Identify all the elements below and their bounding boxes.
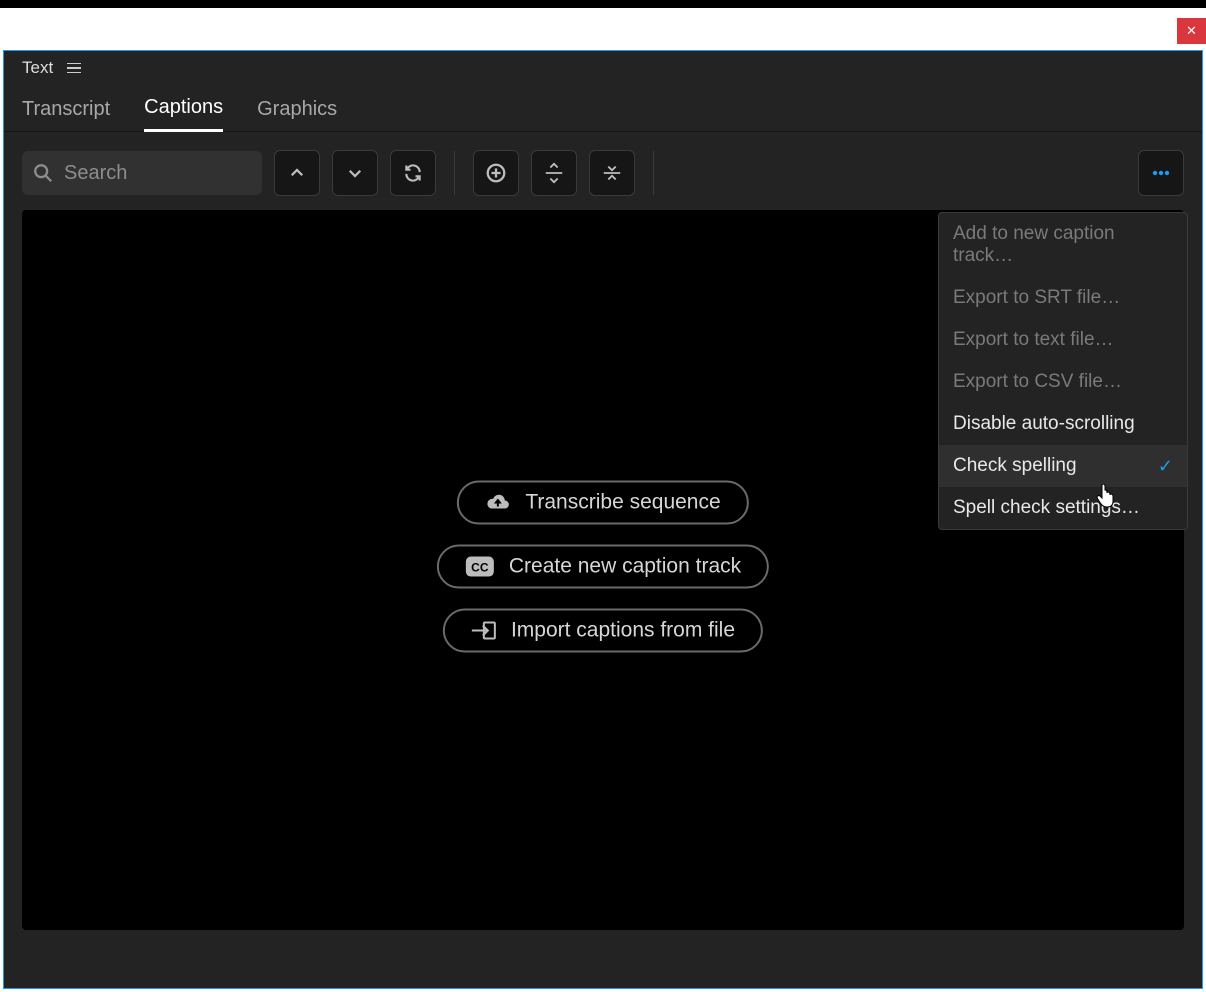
import-captions-label: Import captions from file: [511, 619, 735, 643]
merge-caption-button[interactable]: [589, 150, 635, 196]
next-caption-button[interactable]: [332, 150, 378, 196]
search-icon: [32, 162, 54, 184]
create-caption-track-button[interactable]: CC Create new caption track: [437, 545, 769, 589]
panel-title: Text: [22, 58, 53, 78]
refresh-icon: [403, 163, 423, 183]
menu-check-spelling[interactable]: Check spelling ✓: [939, 445, 1187, 487]
tab-bar: Transcript Captions Graphics: [4, 85, 1202, 132]
cc-icon: CC: [465, 556, 495, 578]
menu-item-label: Export to SRT file…: [953, 287, 1120, 309]
split-icon: [543, 162, 565, 184]
tab-graphics[interactable]: Graphics: [257, 98, 337, 131]
split-caption-button[interactable]: [531, 150, 577, 196]
search-input[interactable]: [62, 161, 252, 186]
prev-caption-button[interactable]: [274, 150, 320, 196]
menu-export-text: Export to text file…: [939, 319, 1187, 361]
toolbar-divider: [454, 151, 455, 195]
import-captions-button[interactable]: Import captions from file: [443, 609, 763, 653]
search-field[interactable]: [22, 151, 262, 195]
menu-item-label: Export to text file…: [953, 329, 1114, 351]
menu-item-label: Spell check settings…: [953, 497, 1140, 519]
tab-captions[interactable]: Captions: [144, 96, 223, 132]
more-horizontal-icon: [1149, 161, 1173, 185]
menu-export-csv: Export to CSV file…: [939, 361, 1187, 403]
toolbar: [4, 132, 1202, 210]
transcribe-sequence-label: Transcribe sequence: [525, 491, 720, 515]
menu-item-label: Export to CSV file…: [953, 371, 1122, 393]
more-options-button[interactable]: [1138, 150, 1184, 196]
panel-menu-icon[interactable]: [67, 61, 81, 75]
transcribe-sequence-button[interactable]: Transcribe sequence: [457, 481, 748, 525]
check-icon: ✓: [1158, 456, 1173, 477]
menu-add-to-new-track: Add to new caption track…: [939, 213, 1187, 277]
menu-item-label: Add to new caption track…: [953, 223, 1173, 267]
replace-button[interactable]: [390, 150, 436, 196]
menu-item-label: Check spelling: [953, 455, 1077, 477]
tab-transcript[interactable]: Transcript: [22, 98, 110, 131]
close-icon: ✕: [1186, 23, 1197, 39]
svg-text:CC: CC: [471, 561, 489, 575]
chevron-down-icon: [346, 164, 364, 182]
merge-icon: [601, 162, 623, 184]
create-caption-track-label: Create new caption track: [509, 555, 741, 579]
menu-disable-autoscroll[interactable]: Disable auto-scrolling: [939, 403, 1187, 445]
toolbar-divider-2: [653, 151, 654, 195]
menu-export-srt: Export to SRT file…: [939, 277, 1187, 319]
chevron-up-icon: [288, 164, 306, 182]
panel-header: Text: [4, 51, 1202, 85]
close-button[interactable]: ✕: [1177, 18, 1206, 44]
import-icon: [471, 620, 497, 642]
menu-item-label: Disable auto-scrolling: [953, 413, 1135, 435]
plus-circle-icon: [485, 162, 507, 184]
menu-spellcheck-settings[interactable]: Spell check settings…: [939, 487, 1187, 529]
more-options-menu: Add to new caption track… Export to SRT …: [938, 212, 1188, 530]
cloud-upload-icon: [485, 492, 511, 514]
add-caption-button[interactable]: [473, 150, 519, 196]
top-divider: [0, 0, 1206, 8]
empty-state-actions: Transcribe sequence CC Create new captio…: [437, 481, 769, 653]
